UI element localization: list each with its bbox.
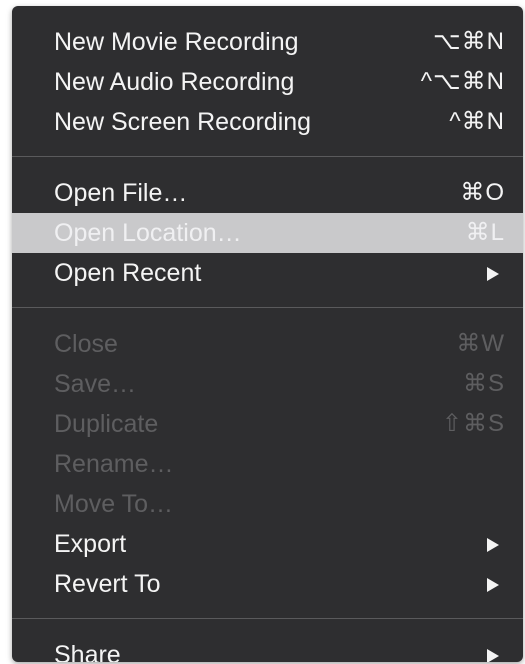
menu-item-shortcut: ^⌥⌘N: [420, 68, 505, 95]
menu-item-shortcut: ⌥⌘N: [433, 28, 505, 55]
menu-item-label: Open Location…: [54, 219, 242, 247]
menu-item-new-movie-recording[interactable]: New Movie Recording ⌥⌘N: [12, 22, 523, 62]
menu-separator: [12, 618, 523, 619]
menu-separator: [12, 156, 523, 157]
menu-item-duplicate: Duplicate ⇧⌘S: [12, 404, 523, 444]
menu-item-label: Share: [54, 641, 121, 662]
menu-item-label: New Audio Recording: [54, 68, 295, 96]
menu-item-label: Close: [54, 330, 118, 358]
menu-item-open-location[interactable]: Open Location… ⌘L: [12, 213, 523, 253]
menu-item-revert-to[interactable]: Revert To: [12, 564, 523, 604]
menu-item-shortcut: ^⌘N: [449, 108, 505, 135]
menu-item-shortcut: ⌘L: [465, 219, 505, 246]
menu-item-save: Save… ⌘S: [12, 364, 523, 404]
menu-item-shortcut: ⌘S: [462, 370, 505, 397]
menu-item-shortcut: ⌘W: [456, 330, 505, 357]
menu-item-close: Close ⌘W: [12, 324, 523, 364]
menu-item-move-to: Move To…: [12, 484, 523, 524]
submenu-arrow-icon: [487, 649, 499, 662]
menu-item-label: Export: [54, 530, 127, 558]
menu-item-label: Open Recent: [54, 259, 202, 287]
menu-item-export[interactable]: Export: [12, 524, 523, 564]
file-menu: New Movie Recording ⌥⌘N New Audio Record…: [12, 6, 523, 662]
menu-item-label: Rename…: [54, 450, 174, 478]
menu-item-rename: Rename…: [12, 444, 523, 484]
menu-separator: [12, 307, 523, 308]
menu-item-shortcut: ⌘O: [460, 179, 505, 206]
menu-item-label: Revert To: [54, 570, 161, 598]
menu-item-label: Open File…: [54, 179, 188, 207]
menu-item-label: Duplicate: [54, 410, 159, 438]
menu-item-new-audio-recording[interactable]: New Audio Recording ^⌥⌘N: [12, 62, 523, 102]
menu-item-label: New Screen Recording: [54, 108, 312, 136]
menu-item-label: Save…: [54, 370, 136, 398]
menu-item-label: New Movie Recording: [54, 28, 299, 56]
menu-item-label: Move To…: [54, 490, 174, 518]
menu-item-new-screen-recording[interactable]: New Screen Recording ^⌘N: [12, 102, 523, 142]
submenu-arrow-icon: [487, 267, 499, 281]
menu-item-open-recent[interactable]: Open Recent: [12, 253, 523, 293]
menu-item-shortcut: ⇧⌘S: [441, 410, 505, 437]
submenu-arrow-icon: [487, 538, 499, 552]
menu-item-share[interactable]: Share: [12, 635, 523, 662]
menu-item-open-file[interactable]: Open File… ⌘O: [12, 173, 523, 213]
submenu-arrow-icon: [487, 578, 499, 592]
